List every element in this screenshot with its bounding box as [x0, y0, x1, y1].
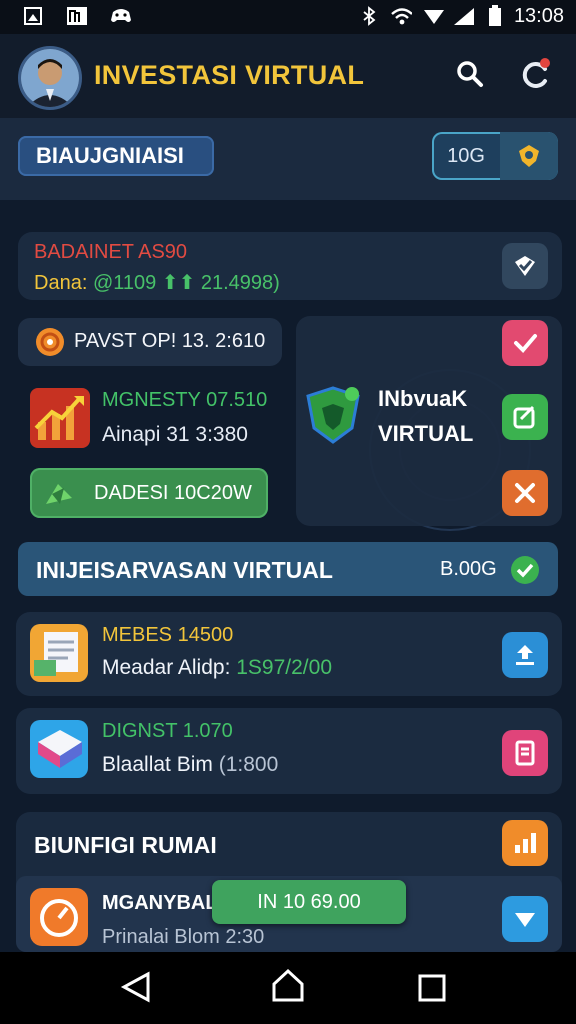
check-icon — [514, 334, 537, 353]
pin-icon — [519, 145, 539, 167]
cell-signal-icon — [452, 5, 474, 27]
bottom-section-title: BIUNFIGI RUMAI — [34, 832, 217, 858]
list-item[interactable] — [16, 612, 562, 696]
receipt-button[interactable] — [502, 730, 548, 776]
segment-label: 10G — [447, 144, 485, 167]
list-item-sub-prefix: Meadar Alidp: — [102, 656, 237, 679]
back-button[interactable] — [120, 970, 152, 1009]
banner-title: INIJEISARVASAN VIRTUAL — [36, 557, 333, 583]
coin-icon — [36, 328, 64, 356]
toast-button[interactable]: IN 10 69.00 — [212, 880, 406, 924]
mgany-sub: Prinalai Blom 2:30 — [102, 926, 265, 948]
timer-icon — [30, 888, 88, 946]
mgnesty-sub: Ainapi 31 3:380 — [102, 423, 248, 446]
section-tab[interactable]: BIAUJGNIAISI — [18, 136, 214, 176]
mgany-title: MGANYBAL — [102, 892, 218, 914]
battery-icon — [484, 5, 506, 27]
close-icon — [515, 483, 535, 503]
shield-icon — [302, 384, 364, 451]
home-icon — [272, 968, 304, 1002]
virtual-line2: VIRTUAL — [378, 421, 474, 446]
refresh-button[interactable] — [516, 56, 552, 92]
approve-button[interactable] — [502, 320, 548, 366]
list-item-title: DIGNST 1.070 — [102, 720, 233, 742]
list-item-sub-value: 1S97/2/00 — [236, 656, 333, 679]
receipt-icon — [515, 740, 535, 766]
send-icon — [515, 913, 535, 927]
list-item-sub: Meadar Alidp: 1S97/2/00 — [102, 656, 332, 680]
upload-icon — [516, 645, 534, 665]
virtual-line1: INbvuaK — [378, 386, 468, 411]
balance-detail: Dana: @1109 ⬆⬆ 21.4998) — [34, 270, 280, 295]
home-button[interactable] — [270, 968, 306, 1009]
mgnesty-title: MGNESTY 07.510 — [102, 389, 268, 411]
search-button[interactable] — [452, 56, 488, 92]
list-item[interactable] — [16, 708, 562, 794]
list-item-sub-prefix: Blaallat Bim — [102, 753, 219, 776]
edit-icon — [513, 405, 535, 429]
pavst-label: PAVST OP! 13. 2:610 — [74, 330, 266, 352]
bluetooth-icon — [358, 5, 380, 27]
list-item-sub-value: (1:800 — [218, 753, 279, 776]
back-icon — [120, 971, 150, 1003]
list-item-sub: Blaallat Bim (1:800 — [102, 753, 278, 777]
send-button[interactable] — [502, 896, 548, 942]
bar-chart-icon — [515, 833, 536, 853]
growth-chart-icon — [30, 388, 90, 448]
balance-title: BADAINET AS90 — [34, 241, 188, 263]
shield-check-icon — [515, 256, 535, 276]
shield-check-button[interactable] — [502, 243, 548, 289]
recents-icon — [418, 974, 446, 1002]
search-icon — [457, 61, 483, 87]
page-title: INVESTASI VIRTUAL — [94, 60, 365, 90]
upload-button[interactable] — [502, 632, 548, 678]
edit-button[interactable] — [502, 394, 548, 440]
signal-icon — [422, 5, 444, 27]
stats-button[interactable] — [502, 820, 548, 866]
book-icon — [30, 720, 88, 778]
document-icon — [30, 624, 88, 682]
check-circle-icon — [510, 555, 540, 590]
dadesi-label: DADESI 10C20W — [94, 482, 252, 504]
game-icon — [110, 5, 132, 27]
refresh-icon — [522, 58, 550, 88]
wifi-icon — [390, 5, 412, 27]
recents-button[interactable] — [418, 974, 446, 1007]
m-app-icon — [66, 5, 88, 27]
image-icon — [22, 5, 44, 27]
location-button[interactable] — [500, 132, 558, 180]
close-button[interactable] — [502, 470, 548, 516]
status-time: 13:08 — [513, 5, 564, 27]
balance-value: @1109 ⬆⬆ 21.4998) — [92, 272, 280, 294]
avatar[interactable] — [18, 46, 82, 110]
banner-badge: B.00G — [440, 558, 497, 580]
list-item-title: MEBES 14500 — [102, 624, 234, 646]
balance-prefix: Dana: — [34, 272, 93, 294]
segment-control[interactable]: 10G — [432, 132, 558, 180]
plant-icon — [42, 478, 76, 513]
